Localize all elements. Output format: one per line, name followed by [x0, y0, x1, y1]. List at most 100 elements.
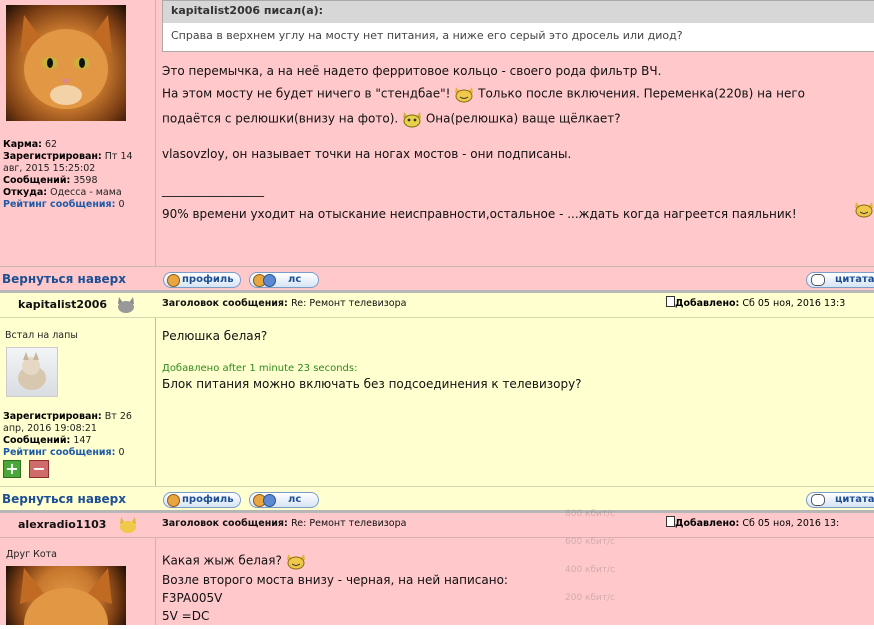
location-value: Одесса - мама: [50, 187, 122, 198]
quote-button[interactable]: цитата: [806, 492, 874, 508]
speed-label: 200 кбит/с: [565, 593, 616, 603]
registered-label: Зарегистрирован:: [3, 151, 102, 162]
post-header: Заголовок сообщения: Re: Ремонт телевизо…: [157, 293, 874, 315]
post-1-author-panel: Карма: 62 Зарегистрирован: Пт 14 авг, 20…: [0, 0, 156, 266]
message-text: Только после включения. Переменка(220в) …: [478, 86, 805, 101]
rate-minus-button[interactable]: −: [29, 460, 49, 478]
speed-label: 400 кбит/с: [565, 565, 616, 575]
karma-value: 62: [44, 139, 58, 150]
cat-face-image: [20, 15, 112, 109]
post-1-body: kapitalist2006 писал(а): Справа в верхне…: [157, 0, 874, 266]
cat-head-icon: [120, 517, 136, 533]
post-header: Заголовок сообщения: Re: Ремонт телевизо…: [157, 513, 874, 535]
post-2-header: kapitalist2006 Заголовок сообщения: Re: …: [0, 293, 874, 318]
avatar[interactable]: [6, 347, 58, 397]
back-to-top-link[interactable]: Вернуться наверх: [2, 492, 126, 506]
quote-label: цитата: [835, 274, 874, 285]
added-label: Добавлено:: [675, 518, 740, 529]
karma-label: Карма:: [3, 139, 42, 150]
message-line: vlasovzloy, он называет точки на ногах м…: [162, 147, 572, 161]
message-line: Это перемычка, а на неё надето ферритово…: [162, 64, 662, 78]
added-date: Сб 05 ноя, 2016 13:: [742, 518, 840, 529]
avatar[interactable]: [6, 566, 126, 629]
users-icon-2: [263, 494, 276, 507]
avatar[interactable]: [6, 5, 126, 121]
registered-value: Вт 26: [104, 411, 132, 422]
kitten-image: [18, 352, 46, 390]
posts-value: 147: [73, 435, 92, 446]
title-row: Заголовок сообщения: Re: Ремонт телевизо…: [162, 513, 406, 535]
post-2-body: Релюшка белая? Добавлено after 1 minute …: [157, 318, 874, 486]
cat-smiley-icon: [403, 112, 422, 128]
pm-button[interactable]: лс: [249, 492, 319, 508]
message-text: Она(релюшка) ваще щёлкает?: [425, 111, 621, 126]
network-speed-overlay: 800 кбит/с 600 кбит/с 400 кбит/с 200 кби…: [565, 500, 615, 612]
document-icon: [666, 296, 675, 307]
message-line: F3PA005V: [162, 591, 223, 605]
edit-notice: Добавлено after 1 minute 23 seconds:: [162, 363, 358, 374]
signature-text: 90% времени уходит на отыскание неисправ…: [162, 207, 797, 221]
speech-bubble-icon: [811, 494, 825, 506]
added-row: Добавлено: Сб 05 ноя, 2016 13:: [666, 513, 839, 535]
posts-label: Сообщений:: [3, 435, 71, 446]
message-text: подаётся с релюшки(внизу на фото).: [162, 111, 399, 126]
pm-label: лс: [288, 494, 302, 505]
message-text: Какая жыж белая?: [162, 553, 282, 568]
registered-label: Зарегистрирован:: [3, 411, 102, 422]
post-3-author-panel: Друг Кота: [0, 538, 156, 629]
rating-value: 0: [118, 447, 125, 458]
user-rank: Друг Кота: [6, 549, 57, 560]
rate-plus-button[interactable]: +: [3, 460, 21, 478]
registered-value-cont: авг, 2015 15:25:02: [3, 163, 96, 174]
location-label: Откуда:: [3, 187, 48, 198]
added-row: Добавлено: Сб 05 ноя, 2016 13:3: [666, 293, 845, 315]
pm-button[interactable]: лс: [249, 272, 319, 288]
added-date: Сб 05 ноя, 2016 13:3: [742, 298, 846, 309]
document-icon: [666, 516, 675, 527]
post-author-name[interactable]: kapitalist2006: [18, 298, 107, 311]
signature-divider: _________________: [162, 183, 264, 197]
message-line: 5V =DC: [162, 609, 210, 623]
profile-label: профиль: [182, 274, 234, 285]
post-1: Карма: 62 Зарегистрирован: Пт 14 авг, 20…: [0, 0, 874, 266]
post-2: Встал на лапы Зарегистрирован: Вт 26 апр…: [0, 318, 874, 486]
rating-value: 0: [118, 199, 125, 210]
message-line: Блок питания можно включать без подсоеди…: [162, 377, 582, 391]
title-row: Заголовок сообщения: Re: Ремонт телевизо…: [162, 293, 406, 315]
post-title: Re: Ремонт телевизора: [291, 518, 407, 529]
cat-smiley-icon: [855, 202, 873, 218]
profile-button[interactable]: профиль: [163, 272, 241, 288]
message-line: подаётся с релюшки(внизу на фото). Она(р…: [162, 110, 621, 128]
back-to-top-link[interactable]: Вернуться наверх: [2, 272, 126, 286]
post-3-header: alexradio1103 Заголовок сообщения: Re: Р…: [0, 513, 874, 538]
pm-label: лс: [288, 274, 302, 285]
rating-label[interactable]: Рейтинг сообщения:: [3, 199, 115, 210]
quote-box: kapitalist2006 писал(а): Справа в верхне…: [162, 0, 874, 52]
message-line: Какая жыж белая?: [162, 552, 306, 570]
user-icon: [167, 274, 180, 287]
registered-value-cont: апр, 2016 19:08:21: [3, 423, 97, 434]
posts-value: 3598: [73, 175, 98, 186]
rating-label[interactable]: Рейтинг сообщения:: [3, 447, 115, 458]
quote-button[interactable]: цитата: [806, 272, 874, 288]
post-2-author-panel: Встал на лапы Зарегистрирован: Вт 26 апр…: [0, 318, 156, 486]
user-icon: [167, 494, 180, 507]
speech-bubble-icon: [811, 274, 825, 286]
cat-smiley-icon: [286, 554, 305, 570]
quote-author: kapitalist2006 писал(а):: [163, 1, 874, 23]
post-author-name[interactable]: alexradio1103: [18, 518, 106, 531]
title-label: Заголовок сообщения:: [162, 518, 288, 529]
cat-head-icon: [118, 297, 134, 313]
quote-text: Справа в верхнем углу на мосту нет питан…: [171, 29, 683, 42]
cat-smiley-icon: [455, 87, 474, 103]
message-line: Возле второго моста внизу - черная, на н…: [162, 573, 508, 587]
post-3: Друг Кота Какая жыж белая? Возле второго…: [0, 538, 874, 629]
message-line: Релюшка белая?: [162, 329, 268, 343]
added-label: Добавлено:: [675, 298, 740, 309]
message-text: На этом мосту не будет ничего в "стендба…: [162, 86, 451, 101]
post-1-actions: Вернуться наверх профиль лс цитата: [0, 266, 874, 291]
profile-button[interactable]: профиль: [163, 492, 241, 508]
users-icon-2: [263, 274, 276, 287]
quote-label: цитата: [835, 494, 874, 505]
speed-label: 800 кбит/с: [565, 509, 616, 519]
